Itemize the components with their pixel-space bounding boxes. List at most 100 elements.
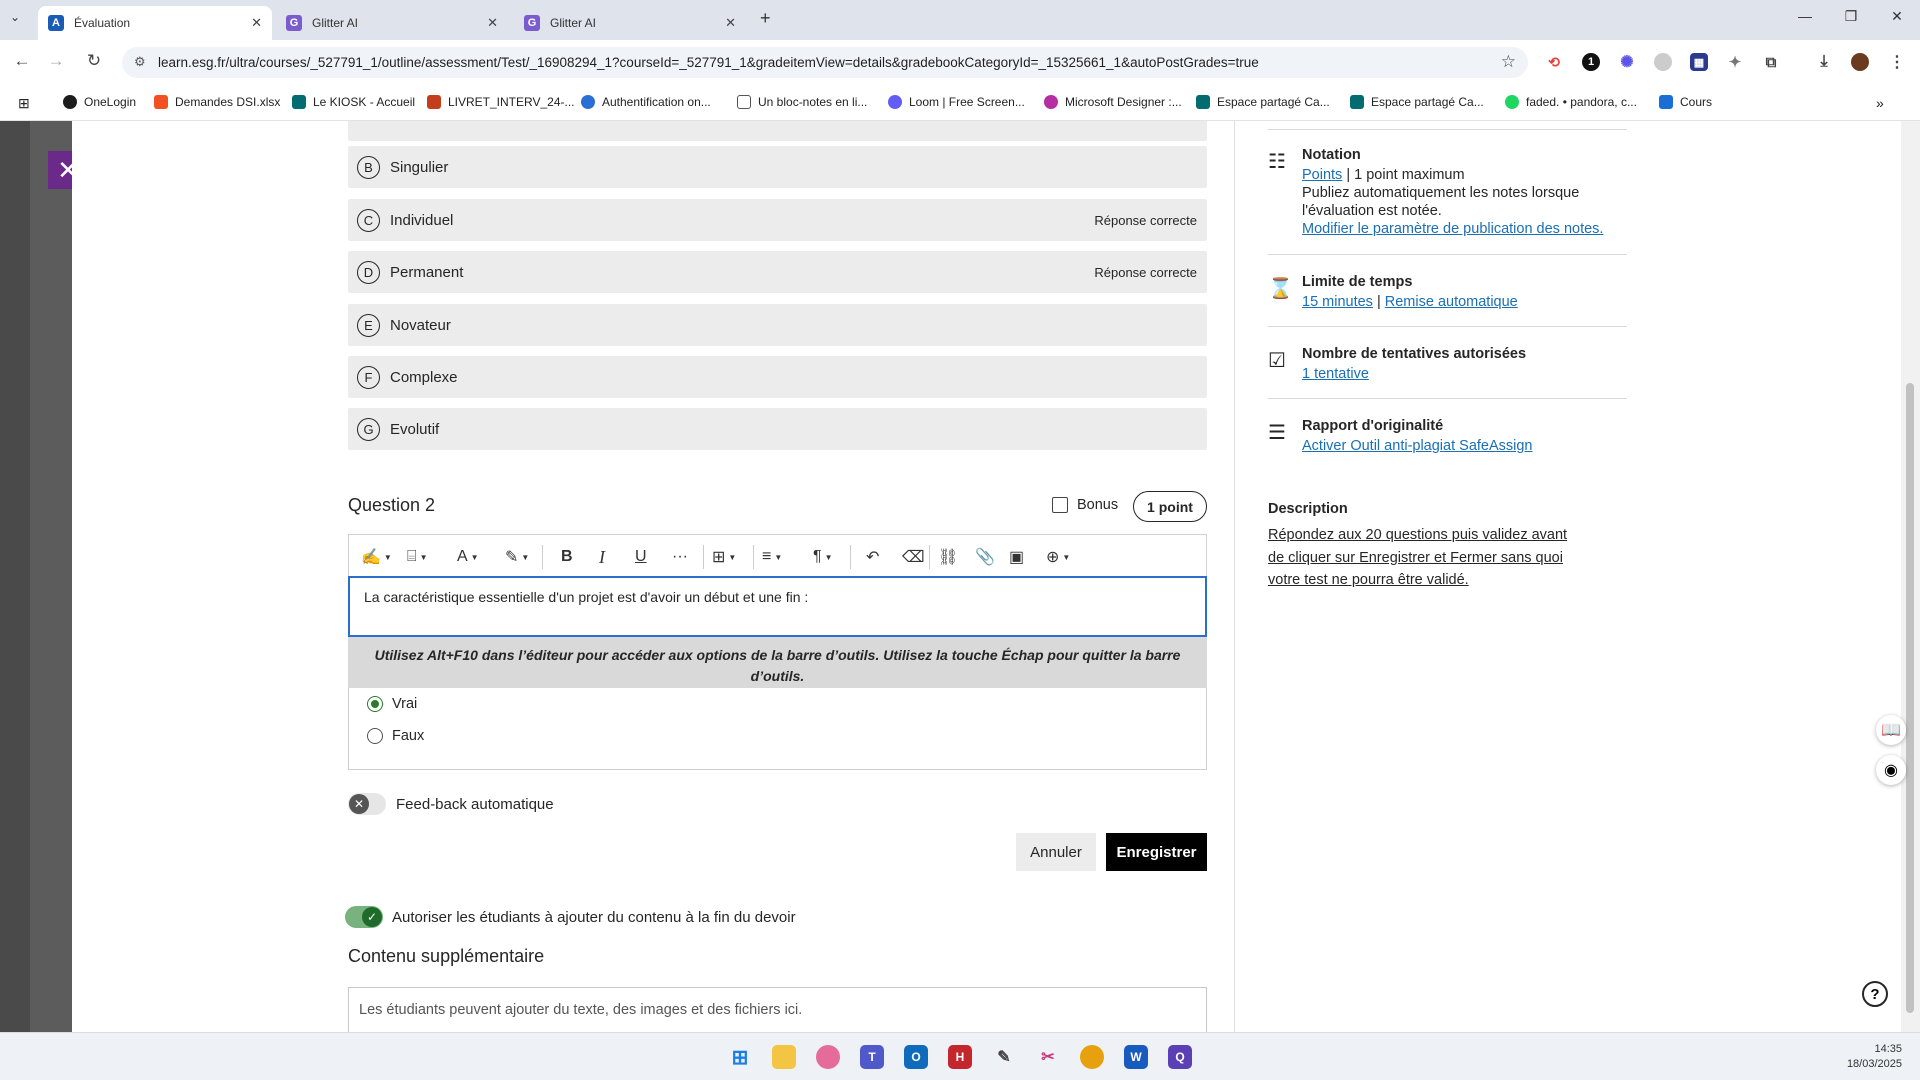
save-button[interactable]: Enregistrer (1106, 833, 1207, 871)
extension-icon[interactable]: ✦ (1726, 53, 1744, 71)
site-info-icon[interactable]: ⚙ (134, 54, 146, 70)
points-link[interactable]: Points (1302, 167, 1342, 183)
answer-option[interactable]: D Permanent Réponse correcte (348, 251, 1207, 293)
text-style-icon[interactable]: ✍ ▼ (361, 547, 392, 567)
apps-icon[interactable]: ⊞ (18, 95, 30, 112)
extension-icon[interactable] (1654, 53, 1672, 71)
radio-selected-icon[interactable] (367, 696, 383, 712)
scrollbar-thumb[interactable] (1906, 383, 1914, 1013)
points-button[interactable]: 1 point (1133, 491, 1207, 522)
word-icon[interactable]: W (1124, 1045, 1148, 1069)
bookmark-item[interactable]: Demandes DSI.xlsx (154, 95, 280, 109)
tab-evaluation[interactable]: A Évaluation ✕ (38, 6, 272, 40)
close-icon[interactable]: ✕ (487, 15, 498, 31)
close-icon[interactable]: ✕ (725, 15, 736, 31)
bookmark-item[interactable]: LIVRET_INTERV_24-... (427, 95, 575, 109)
tab-glitter-2[interactable]: G Glitter AI ✕ (514, 6, 746, 40)
chrome-icon[interactable] (1080, 1045, 1104, 1069)
outlook-icon[interactable]: O (904, 1045, 928, 1069)
extensions-puzzle-icon[interactable]: ⧉ (1762, 53, 1780, 71)
bookmark-item[interactable]: faded. • pandora, c... (1505, 95, 1637, 109)
italic-icon[interactable]: I (599, 547, 605, 567)
url-field[interactable]: ⚙ learn.esg.fr/ultra/courses/_527791_1/o… (122, 47, 1528, 78)
table-icon[interactable]: ⊞ ▼ (712, 547, 736, 567)
more-bookmarks-icon[interactable]: » (1876, 95, 1884, 111)
additional-content-field[interactable]: Les étudiants peuvent ajouter du texte, … (348, 987, 1207, 1032)
avatar[interactable] (1851, 53, 1869, 71)
bold-icon[interactable]: B (561, 547, 573, 567)
allow-student-content-toggle[interactable]: ✓ Autoriser les étudiants à ajouter du c… (345, 906, 796, 928)
auto-feedback-toggle[interactable]: ✕ Feed-back automatique (348, 793, 554, 815)
menu-dots-icon[interactable]: ⋮ (1888, 53, 1906, 71)
tab-glitter-1[interactable]: G Glitter AI ✕ (276, 6, 508, 40)
download-icon[interactable]: ⤓ (1815, 53, 1833, 71)
eraser-icon[interactable]: ⌫ (902, 547, 925, 567)
answer-true[interactable]: Vrai (367, 696, 417, 712)
minimize-icon[interactable]: — (1790, 8, 1820, 24)
app-icon[interactable]: Q (1168, 1045, 1192, 1069)
bookmark-item[interactable]: Cours (1659, 95, 1712, 109)
bookmark-item[interactable]: Espace partagé Ca... (1196, 95, 1330, 109)
extension-icon[interactable]: ⟲ (1545, 53, 1563, 71)
question-text-editor[interactable]: La caractéristique essentielle d'un proj… (348, 576, 1207, 637)
app-icon[interactable]: H (948, 1045, 972, 1069)
tab-search-button[interactable]: ⌄ (10, 10, 20, 24)
reload-icon[interactable]: ↻ (82, 51, 106, 71)
toggle-switch[interactable]: ✓ (345, 906, 383, 928)
answer-option[interactable]: C Individuel Réponse correcte (348, 199, 1207, 241)
text-color-icon[interactable]: ✎ ▼ (505, 547, 529, 567)
radio-icon[interactable] (367, 728, 383, 744)
bookmark-item[interactable]: Espace partagé Ca... (1350, 95, 1484, 109)
snipping-tool-icon[interactable]: ✂ (1036, 1045, 1060, 1069)
help-icon[interactable]: ? (1862, 981, 1888, 1007)
bonus-checkbox[interactable]: Bonus (1052, 497, 1118, 513)
toggle-switch[interactable]: ✕ (348, 793, 386, 815)
bookmark-item[interactable]: Microsoft Designer :... (1044, 95, 1182, 109)
assistant-icon[interactable]: ◉ (1876, 755, 1906, 785)
star-icon[interactable]: ☆ (1501, 52, 1516, 72)
answer-option[interactable]: B Singulier (348, 146, 1207, 188)
file-explorer-icon[interactable] (772, 1045, 796, 1069)
paragraph-format-icon[interactable]: ⌸ ▼ (407, 547, 428, 567)
reader-icon[interactable]: 📖 (1876, 715, 1906, 745)
window-close-icon[interactable]: ✕ (1882, 8, 1912, 25)
attempts-link[interactable]: 1 tentative (1302, 366, 1369, 382)
answer-option[interactable] (348, 121, 1207, 141)
cancel-button[interactable]: Annuler (1016, 833, 1096, 871)
app-icon[interactable] (816, 1045, 840, 1069)
close-icon[interactable]: ✕ (251, 15, 262, 31)
new-tab-button[interactable]: + (760, 8, 771, 29)
align-icon[interactable]: ≡ ▼ (762, 547, 782, 567)
bookmark-item[interactable]: OneLogin (63, 95, 136, 109)
description-text[interactable]: Répondez aux 20 questions puis validez a… (1268, 524, 1578, 592)
password-manager-icon[interactable]: 1 (1582, 53, 1600, 71)
answer-option[interactable]: G Evolutif (348, 408, 1207, 450)
answer-option[interactable]: E Novateur (348, 304, 1207, 346)
clock[interactable]: 14:35 18/03/2025 (1847, 1042, 1902, 1072)
teams-icon[interactable]: T (860, 1045, 884, 1069)
checkbox-icon[interactable] (1052, 497, 1068, 513)
restore-icon[interactable]: ❐ (1836, 8, 1866, 25)
attachment-icon[interactable]: 📎 (975, 547, 995, 567)
bookmark-item[interactable]: Loom | Free Screen... (888, 95, 1025, 109)
extension-icon[interactable]: ▦ (1690, 53, 1708, 71)
auto-submit-link[interactable]: Remise automatique (1385, 294, 1518, 310)
bookmark-item[interactable]: Le KIOSK - Accueil (292, 95, 415, 109)
bookmark-item[interactable]: Authentification on... (581, 95, 711, 109)
answer-false[interactable]: Faux (367, 728, 424, 744)
windows-start-icon[interactable]: ⊞ (728, 1045, 752, 1069)
undo-icon[interactable]: ↶ (866, 547, 879, 567)
safeassign-link[interactable]: Activer Outil anti-plagiat SafeAssign (1302, 438, 1533, 454)
paragraph-icon[interactable]: ¶ ▼ (813, 547, 833, 567)
answer-option[interactable]: F Complexe (348, 356, 1207, 398)
bookmark-item[interactable]: Un bloc-notes en li... (737, 95, 867, 109)
font-size-icon[interactable]: A ▼ (457, 547, 479, 567)
extension-icon[interactable]: ✺ (1618, 53, 1636, 71)
forward-icon[interactable]: → (44, 51, 68, 71)
image-icon[interactable]: ▣ (1009, 547, 1024, 567)
time-limit-link[interactable]: 15 minutes (1302, 294, 1373, 310)
more-icon[interactable]: ··· (672, 547, 688, 567)
modify-publication-link[interactable]: Modifier le paramètre de publication des… (1302, 221, 1603, 237)
back-icon[interactable]: ← (10, 51, 34, 71)
underline-icon[interactable]: U (635, 547, 647, 567)
